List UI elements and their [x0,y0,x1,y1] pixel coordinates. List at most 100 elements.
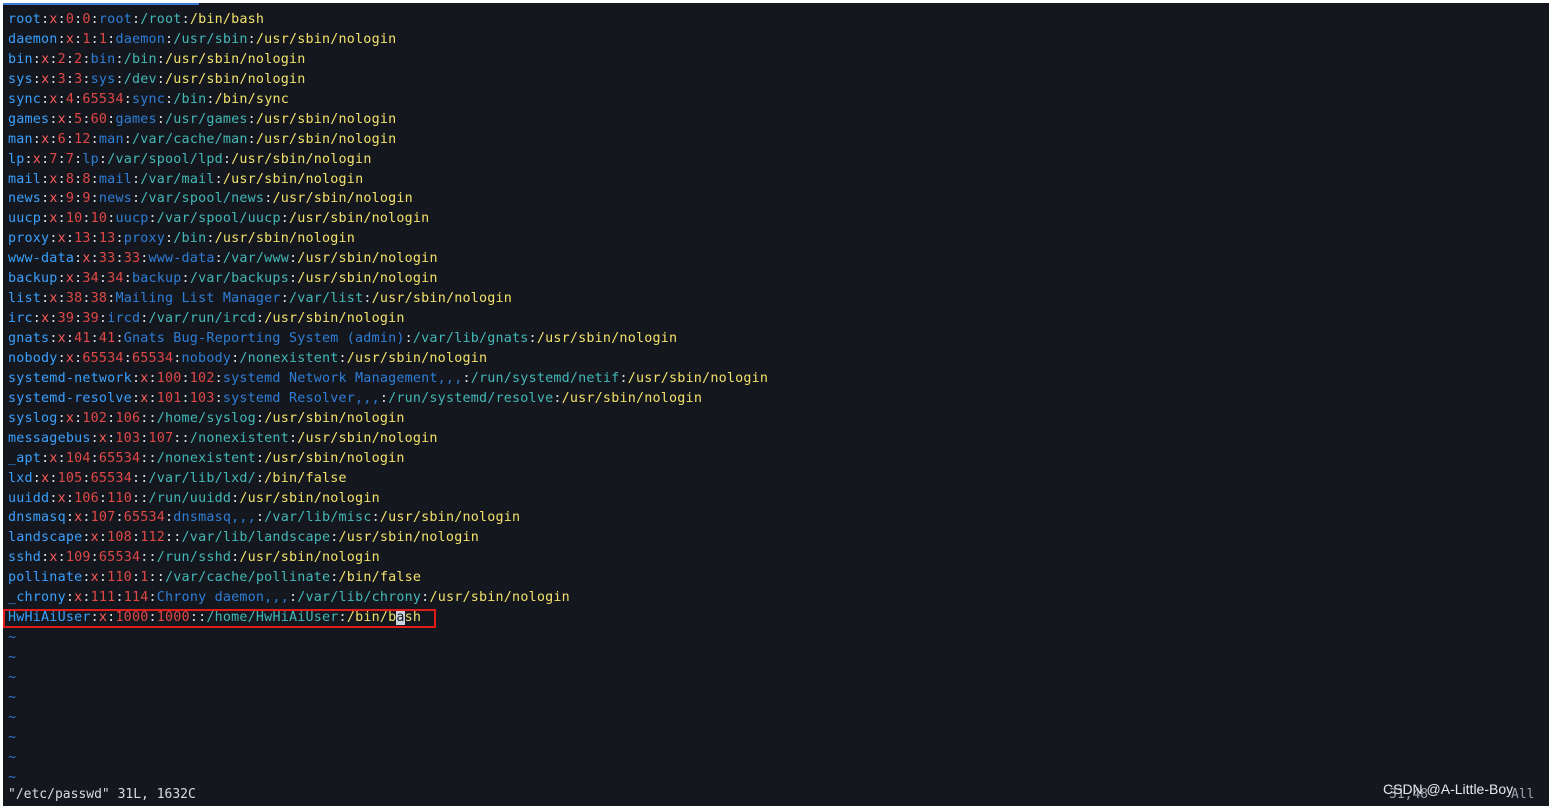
passwd-field-name: _apt [8,450,42,466]
passwd-field-sep: : [288,271,298,287]
passwd-line[interactable]: proxy:x:13:13:proxy:/bin:/usr/sbin/nolog… [8,229,1549,249]
vim-status-percent: All [1511,787,1535,802]
passwd-field-id: 109 [65,550,91,566]
empty-line-tilde: ~ [8,669,17,685]
passwd-line[interactable]: lxd:x:105:65534::/var/lib/lxd/:/bin/fals… [8,469,1549,489]
passwd-field-sep: : [173,430,182,446]
passwd-line[interactable]: news:x:9:9:news:/var/spool/news:/usr/sbi… [8,189,1549,209]
passwd-field-shell: /usr/sbin/nologin [222,171,364,187]
passwd-line[interactable]: syslog:x:102:106::/home/syslog:/usr/sbin… [8,409,1549,429]
passwd-field-sep: : [49,71,58,87]
passwd-line[interactable]: games:x:5:60:games:/usr/games:/usr/sbin/… [8,110,1549,130]
passwd-field-sep: : [140,450,149,466]
passwd-field-sep: : [131,470,141,486]
passwd-field-home: /var/spool/news [140,191,265,207]
passwd-line[interactable]: backup:x:34:34:backup:/var/backups:/usr/… [8,269,1549,289]
passwd-field-sep: : [619,370,628,386]
passwd-line[interactable]: root:x:0:0:root:/root:/bin/bash [8,10,1549,30]
passwd-field-sep: : [24,151,33,167]
passwd-line[interactable]: gnats:x:41:41:Gnats Bug-Reporting System… [8,329,1549,349]
passwd-field-home: /var/cache/pollinate [165,570,331,586]
passwd-field-sep: : [57,550,66,566]
passwd-field-id: 33 [98,251,116,267]
passwd-field-sep: : [82,291,91,307]
passwd-field-home: /var/spool/uucp [156,211,281,227]
terminal-window[interactable]: root:x:0:0:root:/root:/bin/bash daemon:x:… [3,3,1549,806]
passwd-line[interactable]: messagebus:x:103:107::/nonexistent:/usr/… [8,429,1549,449]
highlight-box-hwhiaiuser [3,609,436,628]
passwd-field-sep: : [371,510,380,526]
passwd-line[interactable]: pollinate:x:110:1::/var/cache/pollinate:… [8,568,1549,588]
passwd-field-name: sshd [8,550,42,566]
passwd-field-sep: : [148,410,157,426]
passwd-line[interactable]: uuidd:x:106:110::/run/uuidd:/usr/sbin/no… [8,489,1549,509]
passwd-field-sep: : [156,111,166,127]
passwd-field-id: 102 [189,370,215,386]
passwd-field-sep: : [49,311,58,327]
passwd-field-id: 102 [82,410,108,426]
passwd-field-name: gnats [8,331,50,346]
passwd-field-sep: : [181,430,190,446]
passwd-line[interactable]: dnsmasq:x:107:65534:dnsmasq,,,:/var/lib/… [8,508,1549,528]
passwd-line[interactable]: uucp:x:10:10:uucp:/var/spool/uucp:/usr/s… [8,209,1549,229]
passwd-field-password: x [65,410,75,426]
passwd-field-sep: : [65,510,75,526]
passwd-field-id: 65534 [90,470,132,486]
passwd-field-shell: /bin/bash [189,12,265,27]
passwd-line[interactable]: _chrony:x:111:114:Chrony daemon,,,:/var/… [8,588,1549,608]
passwd-field-gecos: backup [131,271,182,287]
passwd-field-gecos: bin [90,51,116,67]
passwd-field-sep: : [462,370,471,386]
passwd-field-id: 34 [82,271,99,287]
passwd-field-sep: : [255,450,265,466]
passwd-field-sep: : [90,12,99,27]
passwd-line[interactable]: lp:x:7:7:lp:/var/spool/lpd:/usr/sbin/nol… [8,150,1549,170]
passwd-field-home: /run/sshd [156,550,232,566]
passwd-field-gecos: daemon [115,31,166,47]
passwd-field-sep: : [57,191,66,207]
passwd-field-sep: : [90,171,99,187]
passwd-field-id: 103 [189,390,215,406]
passwd-field-sep: : [181,370,190,386]
empty-line-tilde: ~ [8,630,17,646]
passwd-line[interactable]: sync:x:4:65534:sync:/bin:/bin/sync [8,90,1549,110]
passwd-line[interactable]: systemd-network:x:100:102:systemd Networ… [8,369,1549,389]
passwd-field-home: /run/systemd/resolve [388,390,554,406]
passwd-line[interactable]: man:x:6:12:man:/var/cache/man:/usr/sbin/… [8,130,1549,150]
passwd-field-sep: : [82,211,91,227]
passwd-field-password: x [65,350,75,366]
passwd-line[interactable]: systemd-resolve:x:101:103:systemd Resolv… [8,389,1549,409]
passwd-field-sep: : [98,530,108,546]
passwd-field-shell: /usr/sbin/nologin [255,31,397,47]
passwd-line[interactable]: daemon:x:1:1:daemon:/usr/sbin:/usr/sbin/… [8,30,1549,50]
passwd-line[interactable]: nobody:x:65534:65534:nobody:/nonexistent… [8,349,1549,369]
passwd-field-sep: : [131,171,141,187]
passwd-line[interactable]: bin:x:2:2:bin:/bin:/usr/sbin/nologin [8,50,1549,70]
passwd-line[interactable]: sshd:x:109:65534::/run/sshd:/usr/sbin/no… [8,548,1549,568]
passwd-line[interactable]: list:x:38:38:Mailing List Manager:/var/l… [8,289,1549,309]
passwd-line[interactable]: _apt:x:104:65534::/nonexistent:/usr/sbin… [8,449,1549,469]
passwd-field-home: /bin [123,51,157,67]
passwd-line[interactable]: sys:x:3:3:sys:/dev:/usr/sbin/nologin [8,70,1549,90]
vim-buffer[interactable]: root:x:0:0:root:/root:/bin/bash daemon:x:… [8,10,1549,788]
passwd-field-sep: : [123,131,132,147]
passwd-field-home: /nonexistent [189,430,289,446]
passwd-line[interactable]: www-data:x:33:33:www-data:/var/www:/usr/… [8,249,1549,269]
passwd-field-sep: : [90,31,99,47]
passwd-field-sep: : [123,91,132,107]
passwd-field-sep: : [222,151,232,167]
passwd-field-sep: : [173,530,182,546]
passwd-field-id: 39 [57,311,75,327]
passwd-line[interactable]: landscape:x:108:112::/var/lib/landscape:… [8,528,1549,548]
passwd-field-password: x [57,331,66,346]
passwd-line[interactable]: irc:x:39:39:ircd:/var/run/ircd:/usr/sbin… [8,309,1549,329]
passwd-field-sep: : [32,470,42,486]
passwd-line[interactable]: mail:x:8:8:mail:/var/mail:/usr/sbin/nolo… [8,170,1549,190]
passwd-field-id: 0 [65,12,75,27]
passwd-field-sep: : [82,51,91,67]
passwd-field-id: 0 [82,12,91,27]
passwd-field-sep: : [181,390,190,406]
passwd-field-sep: : [330,570,339,586]
passwd-field-gecos: Chrony daemon,,, [156,590,289,606]
passwd-field-shell: /usr/sbin/nologin [429,590,570,606]
